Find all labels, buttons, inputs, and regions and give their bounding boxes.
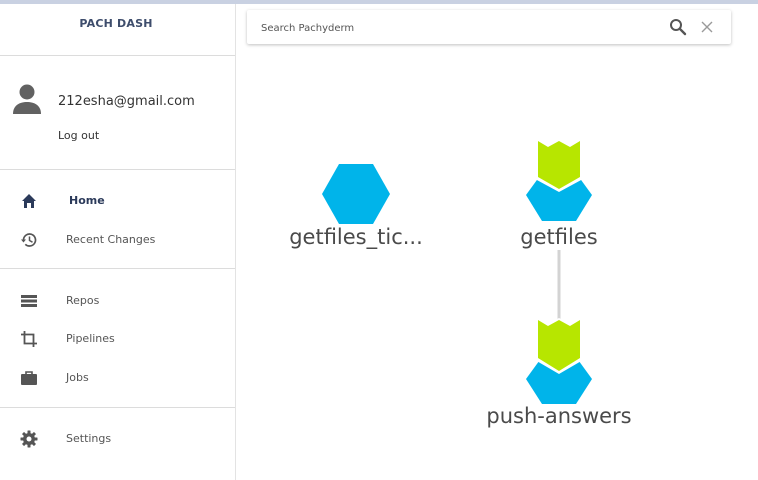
pipeline-node-getfiles[interactable]: [526, 139, 592, 221]
briefcase-icon: [21, 371, 37, 385]
crop-icon: [21, 331, 37, 347]
nav-item-settings[interactable]: Settings: [0, 423, 235, 453]
search-bar: [247, 10, 731, 44]
nav-item-home[interactable]: Home: [0, 185, 235, 215]
logout-link[interactable]: Log out: [58, 129, 99, 142]
repo-node-getfiles-tick[interactable]: [322, 164, 390, 224]
nav-item-label: Home: [69, 194, 105, 207]
user-email: 212esha@gmail.com: [58, 94, 195, 109]
nav-item-repos[interactable]: Repos: [0, 285, 235, 315]
node-label-getfiles-tick[interactable]: getfiles_tic...: [286, 225, 426, 249]
nav-item-jobs[interactable]: Jobs: [0, 362, 235, 392]
nav-item-label: Settings: [66, 432, 112, 445]
pipeline-node-push-answers[interactable]: [526, 318, 592, 404]
close-icon[interactable]: [699, 19, 715, 35]
search-input[interactable]: [259, 17, 643, 39]
nav-item-label: Pipelines: [66, 332, 115, 345]
nav-item-label: Repos: [66, 294, 100, 307]
history-icon: [21, 233, 37, 247]
node-label-push-answers[interactable]: push-answers: [469, 404, 649, 428]
node-label-getfiles[interactable]: getfiles: [489, 225, 629, 249]
divider: [0, 407, 235, 408]
dag-graph: getfiles_tic... getfiles push-answers: [236, 44, 758, 480]
nav-item-pipelines[interactable]: Pipelines: [0, 323, 235, 353]
brand-title: PACH DASH: [79, 17, 153, 30]
user-avatar-icon: [13, 84, 41, 114]
home-icon: [22, 194, 36, 208]
repo-hexagon-icon: [322, 164, 390, 224]
nav-item-label: Jobs: [66, 371, 89, 384]
nav-item-recent-changes[interactable]: Recent Changes: [0, 224, 235, 254]
sidebar: PACH DASH 212esha@gmail.com Log out Home…: [0, 4, 236, 480]
nav-item-label: Recent Changes: [66, 233, 156, 246]
divider: [0, 169, 235, 170]
divider: [0, 268, 235, 269]
list-icon: [21, 295, 37, 307]
search-icon[interactable]: [669, 18, 687, 36]
divider: [0, 55, 235, 56]
gear-icon: [20, 430, 38, 448]
